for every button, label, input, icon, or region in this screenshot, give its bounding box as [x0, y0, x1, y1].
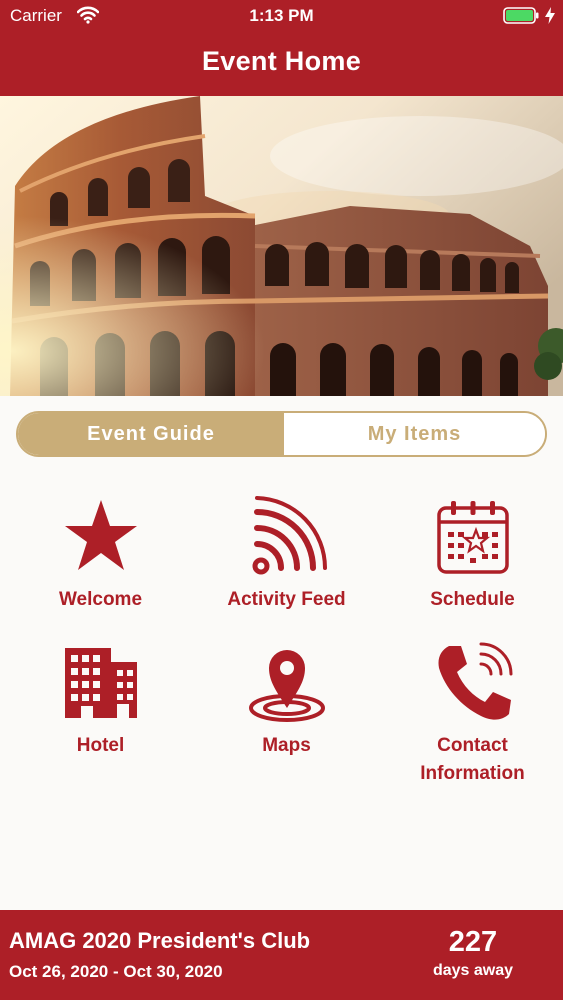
charging-bolt-icon — [545, 7, 555, 24]
battery-icon — [503, 7, 539, 24]
segmented-control: Event Guide My Items — [16, 411, 547, 457]
page-title: Event Home — [201, 46, 362, 76]
event-name: AMAG 2020 President's Club — [9, 928, 311, 953]
event-dates: Oct 26, 2020 - Oct 30, 2020 — [9, 962, 223, 981]
menu-item-contact-information[interactable]: Contact Information — [379, 642, 563, 784]
hotel-icon — [64, 648, 137, 718]
phone-icon — [437, 642, 512, 720]
menu-item-label: Contact Information — [420, 735, 525, 784]
tab-my-items[interactable]: My Items — [284, 413, 545, 455]
event-footer[interactable]: AMAG 2020 President's Club Oct 26, 2020 … — [0, 910, 563, 1000]
menu-item-schedule[interactable]: Schedule — [379, 496, 563, 636]
menu-item-hotel[interactable]: Hotel — [7, 642, 194, 782]
menu-item-label: Hotel — [76, 735, 125, 756]
status-bar: Carrier 1:13 PM — [0, 0, 563, 32]
map-pin-icon — [248, 650, 325, 722]
countdown-label: days away — [432, 962, 514, 979]
menu-item-label: Schedule — [430, 589, 515, 610]
menu-item-label: Maps — [262, 735, 311, 756]
menu-item-label: Activity Feed — [227, 589, 346, 610]
colosseum-photo — [0, 96, 563, 396]
menu-item-label: Welcome — [58, 589, 143, 610]
nav-bar: Event Home — [0, 32, 563, 96]
tab-event-guide[interactable]: Event Guide — [18, 413, 284, 455]
star-icon — [64, 500, 137, 570]
menu-item-activity-feed[interactable]: Activity Feed — [193, 496, 380, 636]
calendar-icon — [436, 501, 509, 574]
status-time: 1:13 PM — [249, 6, 314, 25]
countdown-value: 227 — [448, 926, 498, 958]
menu-item-maps[interactable]: Maps — [193, 642, 380, 782]
menu-item-welcome[interactable]: Welcome — [7, 496, 194, 636]
hero-image — [0, 96, 563, 396]
activity-feed-icon — [252, 496, 327, 575]
